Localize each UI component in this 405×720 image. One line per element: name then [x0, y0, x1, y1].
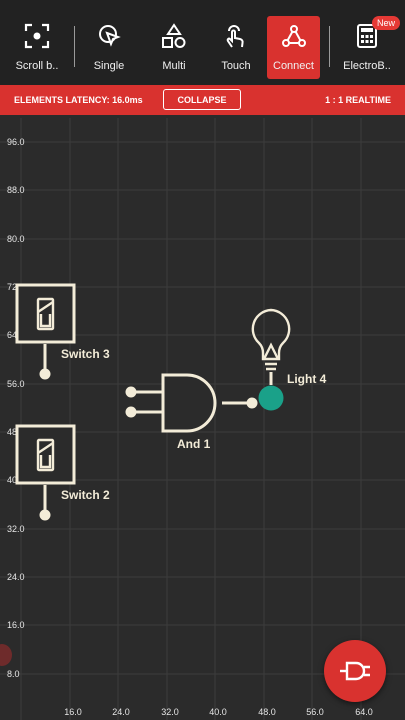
- x-tick-label: 24.0: [112, 707, 130, 717]
- plug-icon: [340, 661, 370, 681]
- tool-label: Multi: [162, 60, 186, 72]
- connect-nodes-icon: [280, 22, 308, 50]
- y-tick-label: 88.0: [7, 185, 25, 195]
- switch-3-label: Switch 3: [61, 347, 110, 361]
- x-tick-label: 64.0: [355, 707, 373, 717]
- y-tick-label: 80.0: [7, 234, 25, 244]
- input-node-active[interactable]: [258, 385, 284, 411]
- collapse-button[interactable]: COLLAPSE: [163, 89, 241, 110]
- toolbar: Scroll b.. Single Multi Touch Connect Ne…: [0, 0, 405, 85]
- tool-scroll-board[interactable]: Scroll b..: [0, 0, 74, 85]
- x-axis-labels: 16.0 24.0 32.0 40.0 48.0 56.0 64.0: [64, 707, 373, 717]
- light-bulb-icon: [251, 308, 291, 371]
- output-node[interactable]: [39, 509, 51, 521]
- switch-2[interactable]: Switch 2: [15, 424, 110, 521]
- output-node[interactable]: [39, 368, 51, 380]
- light-4-label: Light 4: [287, 372, 327, 386]
- x-tick-label: 32.0: [161, 707, 179, 717]
- tool-multi-select[interactable]: Multi: [143, 0, 205, 85]
- status-bar: ELEMENTS LATENCY: 16.0ms COLLAPSE 1 : 1 …: [0, 85, 405, 115]
- touch-hand-icon: [222, 22, 250, 50]
- shapes-icon: [160, 22, 188, 50]
- tool-label: Connect: [273, 60, 314, 72]
- output-node[interactable]: [246, 397, 258, 409]
- x-tick-label: 56.0: [306, 707, 324, 717]
- tool-single-select[interactable]: Single: [75, 0, 143, 85]
- input-node[interactable]: [125, 406, 137, 418]
- x-tick-label: 48.0: [258, 707, 276, 717]
- circuit-canvas[interactable]: 96.088.080.0726456.048.04032.024.016.08.…: [0, 115, 405, 720]
- y-tick-label: 32.0: [7, 524, 25, 534]
- y-tick-label: 24.0: [7, 572, 25, 582]
- and-1-label: And 1: [177, 437, 211, 451]
- and-gate-icon: [161, 373, 217, 433]
- switch-3[interactable]: Switch 3: [15, 283, 110, 380]
- y-tick-label: 8.0: [7, 669, 20, 679]
- simulation-mode: 1 : 1 REALTIME: [325, 95, 391, 105]
- tool-label: ElectroB..: [343, 60, 391, 72]
- input-node[interactable]: [125, 386, 137, 398]
- latency-readout: ELEMENTS LATENCY: 16.0ms: [14, 95, 143, 105]
- switch-2-label: Switch 2: [61, 488, 110, 502]
- y-tick-label: 16.0: [7, 620, 25, 630]
- y-axis-labels: 96.088.080.0726456.048.04032.024.016.08.…: [7, 137, 25, 679]
- tool-connect[interactable]: Connect: [267, 16, 320, 79]
- tool-touch[interactable]: Touch: [205, 0, 267, 85]
- scroll-frame-icon: [23, 22, 51, 50]
- new-badge: New: [371, 16, 400, 30]
- y-tick-label: 96.0: [7, 137, 25, 147]
- y-tick-label: 56.0: [7, 379, 25, 389]
- cursor-icon: [95, 22, 123, 50]
- add-component-button[interactable]: [324, 640, 386, 702]
- x-tick-label: 40.0: [209, 707, 227, 717]
- tool-label: Single: [93, 60, 125, 72]
- tool-electrobook[interactable]: New ElectroB..: [330, 0, 404, 85]
- tool-label: Scroll b..: [15, 60, 59, 72]
- x-tick-label: 16.0: [64, 707, 82, 717]
- tool-label: Touch: [221, 60, 251, 72]
